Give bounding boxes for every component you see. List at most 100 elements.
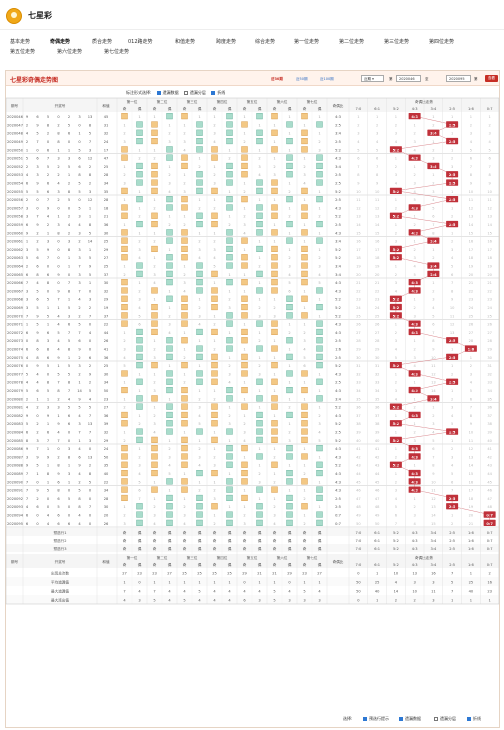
footer-forecast-checkbox[interactable] <box>363 717 367 721</box>
sum-value: 27 <box>104 256 109 260</box>
even-hit-cell <box>256 229 263 236</box>
forecast-label: 预选行3 <box>53 546 66 551</box>
even-hit-cell <box>286 503 293 510</box>
ratio-missing: 41 <box>487 447 492 451</box>
missing-count: 2 <box>123 273 125 277</box>
draw-digit: 2 <box>89 464 91 468</box>
odd-hit-cell <box>181 411 188 419</box>
stat-label: 出现总次数 <box>51 571 69 576</box>
draw-digit: 0 <box>57 281 60 285</box>
ratio-missing: 2 <box>395 455 397 459</box>
odd-hit-cell <box>211 436 218 443</box>
odd-hit-cell <box>301 387 308 394</box>
missing-count: 3 <box>303 339 305 343</box>
odd-hit-cell <box>271 461 278 468</box>
ratio-hit-label: 3:4 <box>430 165 437 169</box>
even-hit-cell <box>196 171 203 178</box>
ratio-value: 5:2 <box>335 190 341 194</box>
missing-count: 1 <box>258 256 260 260</box>
odd-hit-cell <box>301 436 308 443</box>
ratio-missing: 41 <box>356 447 361 451</box>
missing-count: 3 <box>123 140 125 144</box>
ratio-missing: 9 <box>432 472 435 476</box>
stat-ratio-value: 40 <box>375 590 380 594</box>
draw-digit: 5 <box>78 182 80 186</box>
even-hit-cell <box>286 304 293 311</box>
ratio-missing: 23 <box>356 298 361 302</box>
missing-count: 3 <box>168 140 170 144</box>
missing-count: 2 <box>213 323 215 327</box>
ratio-missing: 6 <box>432 323 435 327</box>
even-hit-cell <box>166 204 173 211</box>
missing-count: 1 <box>213 514 215 518</box>
draw-digit: 6 <box>26 348 29 352</box>
footer-line-checkbox[interactable] <box>467 717 471 721</box>
missing-count: 1 <box>288 115 290 119</box>
missing-count: 2 <box>153 206 155 210</box>
forecast-odd: 奇 <box>273 530 277 535</box>
draw-digit: 7 <box>78 265 80 269</box>
draw-digit: 2 <box>26 265 28 269</box>
missing-count: 1 <box>288 132 290 136</box>
ratio-hit-label: 2:5 <box>449 505 456 509</box>
ratio-missing: 1 <box>395 157 397 161</box>
ratio-missing: 40 <box>356 439 361 443</box>
ratio-missing: 5 <box>357 148 359 152</box>
issue-number: 2020095 <box>7 522 23 526</box>
position-header: 第三位 <box>187 99 198 104</box>
missing-count: 2 <box>123 439 125 443</box>
draw-digit: 0 <box>36 514 39 518</box>
ratio-missing: 36 <box>375 406 380 410</box>
ratio-missing: 13 <box>487 215 492 219</box>
ratio-missing: 12 <box>469 206 474 210</box>
ratio-missing: 13 <box>356 215 361 219</box>
odd-hit-cell <box>211 370 218 377</box>
ratio-missing: 2 <box>376 123 378 127</box>
issue-number: 2020077 <box>7 372 23 376</box>
ratio-missing: 8 <box>432 464 435 468</box>
odd-hit-cell <box>271 428 278 435</box>
issue-number: 2020086 <box>7 447 24 451</box>
missing-count: 6 <box>288 289 291 293</box>
draw-digit: 5 <box>26 389 28 393</box>
ratio-missing: 37 <box>356 414 361 418</box>
ratio-value: 3:4 <box>335 397 341 401</box>
sum-value: 18 <box>104 206 109 210</box>
ratio-hit-label: 2:5 <box>449 140 456 144</box>
ratio-missing: 1 <box>357 115 359 119</box>
issue-number: 2020064 <box>7 265 24 269</box>
draw-digit: 0 <box>47 265 50 269</box>
even-hit-cell <box>256 220 263 228</box>
forecast-ratio: 1:6 <box>468 547 474 551</box>
missing-count: 3 <box>243 223 245 227</box>
ratio-value: 2:5 <box>335 497 341 501</box>
ratio-missing: 26 <box>487 323 492 327</box>
footer-missing-checkbox[interactable] <box>399 717 403 721</box>
issue-number: 2020068 <box>7 298 24 302</box>
even-hit-cell <box>256 503 263 510</box>
ratio-hit-label: 3:4 <box>430 132 437 136</box>
ratio-missing: 5 <box>470 148 472 152</box>
missing-count: 1 <box>288 381 290 385</box>
ratio-value: 5:2 <box>335 306 341 310</box>
missing-count: 1 <box>318 132 320 136</box>
missing-count: 3 <box>288 439 290 443</box>
draw-digit: 7 <box>89 431 91 435</box>
even-hit-cell <box>166 370 173 377</box>
odd-header: 奇 <box>213 106 217 111</box>
trend-table: 期号 开奖号 和值第一位奇 偶第二位奇 偶第三位奇 偶第四位奇 偶第五位奇 偶第六位奇 偶第七位… <box>5 97 500 605</box>
odd-hit-cell <box>301 503 308 510</box>
missing-count: 1 <box>123 265 125 269</box>
even-hit-cell <box>316 237 323 244</box>
ratio-missing: 2 <box>432 289 434 293</box>
draw-digit: 0 <box>36 148 39 152</box>
draw-digit: 2 <box>26 140 28 144</box>
draw-digit: 0 <box>47 289 50 293</box>
odd-hit-cell <box>211 270 218 277</box>
footer-layer-checkbox[interactable] <box>434 717 438 721</box>
even-hit-cell <box>196 129 203 136</box>
odd-hit-cell <box>181 453 188 460</box>
forecast-odd: 奇 <box>273 538 277 543</box>
ratio-missing: 2 <box>470 123 472 127</box>
missing-count: 1 <box>318 314 320 318</box>
